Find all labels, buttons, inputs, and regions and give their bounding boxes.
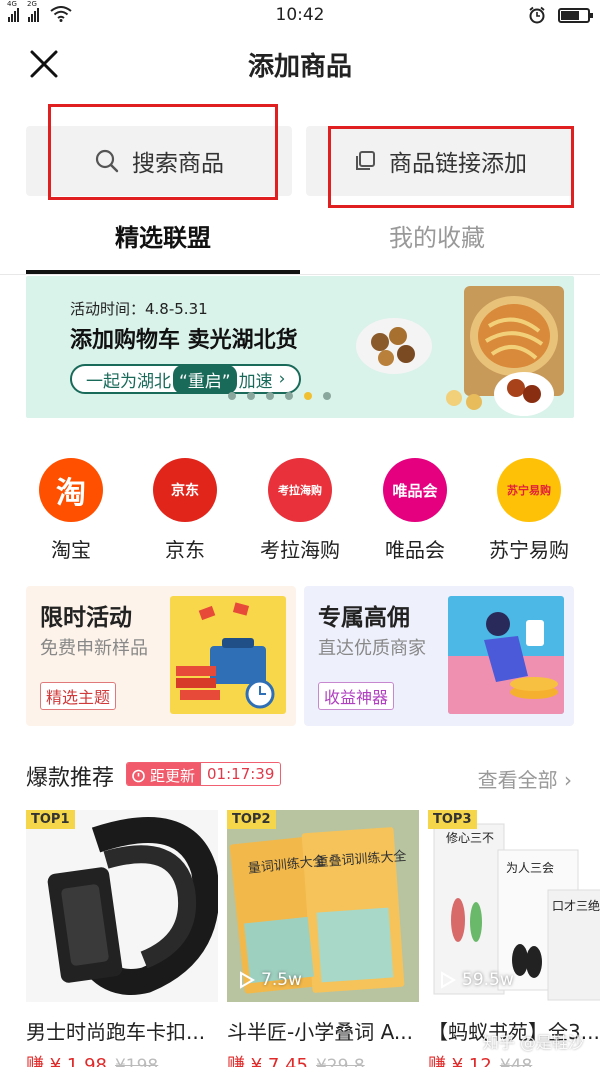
alarm-icon — [529, 6, 545, 24]
rank-badge: TOP2 — [227, 810, 276, 829]
refresh-label: 距更新 — [150, 766, 196, 785]
platform-name: 考拉海购 — [260, 538, 340, 562]
see-all-link[interactable]: 查看全部 › — [478, 764, 572, 793]
section-title: 爆款推荐 — [26, 766, 115, 791]
platform-jd[interactable]: 京东 京东 — [130, 458, 240, 563]
book-cover-text: 修心三不 — [446, 830, 494, 845]
add-by-link-button[interactable]: 商品链接添加 — [306, 126, 574, 196]
kaola-logo-icon: 考拉海购 — [268, 458, 332, 522]
platform-vip[interactable]: 唯品会 唯品会 — [360, 458, 470, 563]
page-title: 添加商品 — [247, 52, 352, 82]
product-name: 斗半匠-小学叠词 A... — [227, 1020, 413, 1044]
banner-date: 活动时间：4.8-5.31 — [70, 300, 208, 318]
platform-name: 苏宁易购 — [489, 538, 569, 562]
banner-pill-prefix: 一起为湖北 — [86, 371, 171, 392]
search-products-label: 搜索商品 — [132, 151, 224, 177]
status-bar: 4G 2G 10:42 — [0, 0, 600, 32]
product-card[interactable]: 量词训练大全 重叠词训练大全 TOP2 7.5w 斗半匠-小学叠词 A... 赚… — [227, 810, 419, 1067]
page-header: 添加商品 — [0, 32, 600, 94]
divider — [0, 274, 600, 275]
clock: 10:42 — [275, 5, 325, 25]
product-thumbnail: 修心三不 为人三会 口才三绝 TOP3 59.5w — [428, 810, 600, 1002]
carousel-dot[interactable] — [323, 392, 331, 400]
platform-name: 唯品会 — [385, 538, 445, 562]
platform-suning[interactable]: 苏宁易购 苏宁易购 — [474, 458, 584, 563]
chevron-right-icon: › — [564, 768, 572, 792]
play-icon — [240, 971, 255, 989]
money-illustration — [170, 596, 286, 714]
banner-pill-highlight: “重启” — [173, 364, 237, 394]
watermark: 知乎 @是鞋沙 — [482, 1033, 584, 1052]
play-icon — [441, 971, 456, 989]
original-price: ¥48 — [499, 1056, 533, 1067]
view-count: 59.5w — [440, 970, 514, 990]
jd-logo-icon: 京东 — [153, 458, 217, 522]
original-price: ¥198 — [114, 1056, 159, 1067]
limited-time-card[interactable]: 限时活动 免费申新样品 精选主题 — [26, 586, 296, 726]
product-price: 赚 ¥ 1.98 ¥198 — [26, 1051, 218, 1067]
refresh-countdown-badge: 距更新 01:17:39 — [126, 762, 282, 786]
card-subtitle: 直达优质商家 — [318, 638, 426, 659]
chevron-right-icon: › — [278, 369, 286, 389]
commission-price: 赚 ¥ 7.45 — [227, 1055, 308, 1067]
card-tag: 精选主题 — [40, 682, 117, 710]
see-all-label: 查看全部 — [477, 768, 558, 792]
carousel-dots — [228, 392, 331, 400]
view-count: 7.5w — [239, 970, 302, 990]
copy-icon — [356, 151, 375, 170]
carousel-dot[interactable] — [285, 392, 293, 400]
timer-icon — [132, 769, 145, 782]
add-by-link-label: 商品链接添加 — [389, 151, 527, 177]
carousel-dot[interactable] — [228, 392, 236, 400]
rank-badge: TOP3 — [428, 810, 477, 829]
card-title: 专属高佣 — [318, 605, 410, 631]
banner-pill-suffix: 加速 — [238, 371, 273, 392]
banner-headline: 添加购物车 卖光湖北货 — [70, 328, 298, 353]
carousel-dot[interactable] — [266, 392, 274, 400]
countdown-value: 01:17:39 — [201, 763, 281, 785]
product-name: 男士时尚跑车卡扣... — [26, 1020, 206, 1044]
card-tag: 收益神器 — [318, 682, 395, 710]
product-price: 赚 ¥ 7.45 ¥29.8 — [227, 1051, 419, 1067]
original-price: ¥29.8 — [315, 1056, 365, 1067]
book-cover-text: 为人三会 — [506, 861, 554, 875]
banner-pill: 一起为湖北 “重启” 加速 › — [70, 364, 302, 394]
rank-badge: TOP1 — [26, 810, 75, 829]
platform-taobao[interactable]: 淘 淘宝 — [16, 458, 126, 563]
product-thumbnail: 量词训练大全 重叠词训练大全 TOP2 7.5w — [227, 810, 419, 1002]
product-price: 赚 ¥ 12 ¥48 — [428, 1051, 600, 1067]
vip-logo-icon: 唯品会 — [383, 458, 447, 522]
tab-featured[interactable]: 精选联盟 — [26, 218, 300, 253]
search-products-button[interactable]: 搜索商品 — [26, 126, 292, 196]
promo-banner[interactable]: 活动时间：4.8-5.31 添加购物车 卖光湖北货 一起为湖北 “重启” 加速 … — [26, 276, 574, 418]
commission-price: 赚 ¥ 12 — [428, 1055, 492, 1067]
platform-kaola[interactable]: 考拉海购 考拉海购 — [245, 458, 355, 563]
book-cover-text: 口才三绝 — [552, 898, 600, 913]
card-subtitle: 免费申新样品 — [40, 638, 148, 659]
carousel-dot[interactable] — [247, 392, 255, 400]
phone-user-illustration — [448, 596, 564, 714]
suning-logo-icon: 苏宁易购 — [497, 458, 561, 522]
taobao-logo-icon: 淘 — [39, 458, 103, 522]
search-icon — [95, 149, 119, 173]
tab-favorites[interactable]: 我的收藏 — [300, 218, 574, 253]
product-card[interactable]: TOP1 男士时尚跑车卡扣... 赚 ¥ 1.98 ¥198 — [26, 810, 218, 1067]
platform-list: 淘 淘宝 京东 京东 考拉海购 考拉海购 唯品会 唯品会 苏宁易购 苏宁易购 — [0, 458, 600, 568]
belt-image — [47, 817, 218, 995]
carousel-dot-active[interactable] — [304, 392, 312, 400]
food-illustration — [356, 286, 564, 416]
battery-icon — [558, 7, 593, 23]
commission-price: 赚 ¥ 1.98 — [26, 1055, 107, 1067]
platform-name: 淘宝 — [51, 538, 91, 562]
platform-name: 京东 — [165, 538, 205, 562]
product-thumbnail: TOP1 — [26, 810, 218, 1002]
high-commission-card[interactable]: 专属高佣 直达优质商家 收益神器 — [304, 586, 574, 726]
card-title: 限时活动 — [40, 605, 132, 631]
